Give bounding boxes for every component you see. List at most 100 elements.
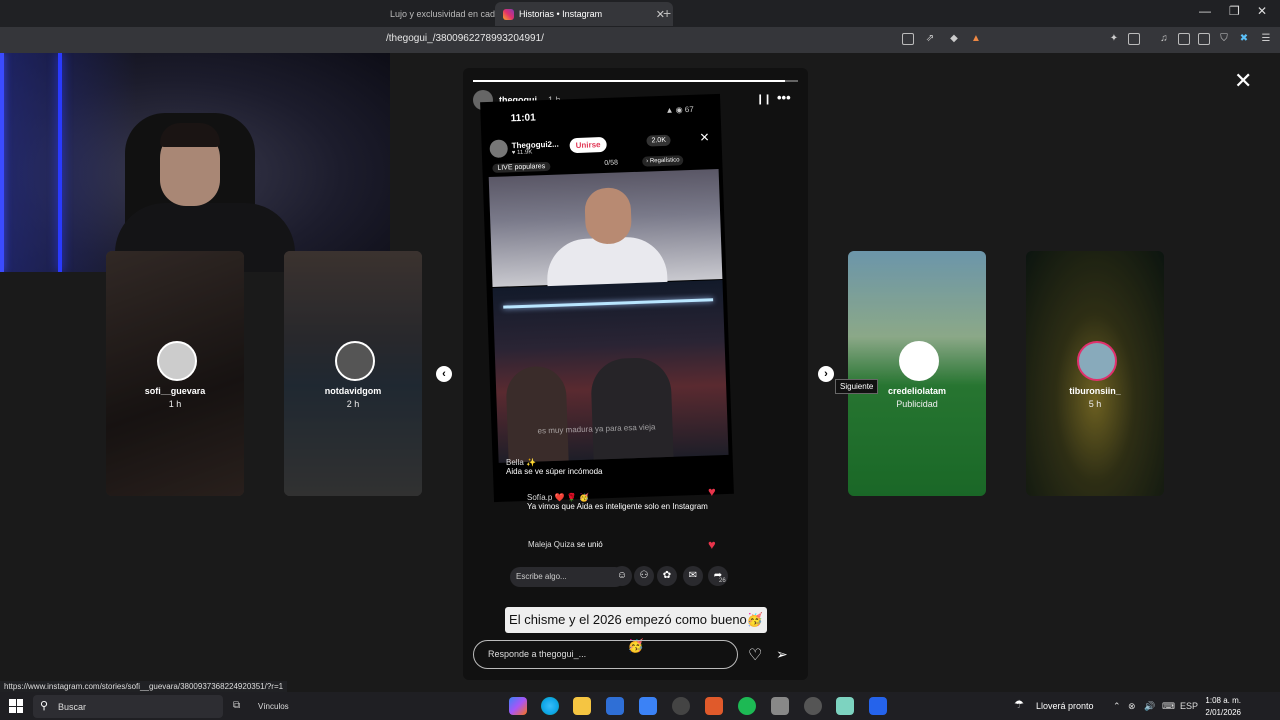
instagram-icon bbox=[503, 8, 514, 20]
next-tooltip: Siguiente bbox=[835, 379, 879, 394]
next-story-button[interactable]: › bbox=[818, 366, 834, 382]
share-count: 26 bbox=[719, 578, 726, 584]
story-caption: El chisme y el 2026 empezó como bueno🥳🥳 bbox=[505, 607, 767, 653]
story-card-notdavidgom[interactable]: notdavidgom 2 h bbox=[284, 251, 422, 496]
heart-icon: ♥ bbox=[708, 537, 716, 552]
live-host-followers: ♥ 11.9K bbox=[511, 149, 533, 156]
live-popular-tag: LIVE populares bbox=[492, 161, 551, 173]
phone-clock: 11:01 bbox=[510, 112, 536, 125]
comment-user: Maleja Quiza bbox=[528, 540, 575, 549]
volume-icon[interactable]: 🔊 bbox=[1144, 701, 1155, 712]
like-icon[interactable]: ♡ bbox=[748, 645, 762, 665]
people-icon: ⚇ bbox=[634, 566, 654, 586]
extensions-icon[interactable]: ✦ bbox=[1108, 33, 1120, 45]
mail-icon[interactable] bbox=[639, 697, 657, 715]
phone-status-icons: ▲ ◉ 67 bbox=[665, 104, 694, 115]
comment-3: Maleja Quiza se unió bbox=[528, 540, 758, 549]
restore-button[interactable]: ❐ bbox=[1229, 4, 1240, 18]
live-join-button: Unirse bbox=[569, 136, 607, 154]
more-options-icon[interactable]: ••• bbox=[777, 90, 791, 105]
live-close-icon: ✕ bbox=[699, 130, 710, 145]
settings-icon[interactable] bbox=[804, 697, 822, 715]
cast-icon[interactable] bbox=[902, 33, 914, 45]
new-tab-button[interactable]: + bbox=[663, 5, 671, 21]
weather-icon[interactable]: ☂ bbox=[1014, 698, 1024, 711]
comment-user: Sofía.p ❤️ 🌹 🥳 bbox=[527, 493, 589, 502]
story-card-sofi[interactable]: sofi__guevara 1 h bbox=[106, 251, 244, 496]
comment-text: se unió bbox=[576, 540, 603, 549]
menu-icon[interactable]: ☰ bbox=[1260, 33, 1272, 45]
brave-rewards-icon[interactable]: ▲ bbox=[970, 33, 982, 45]
app-icon[interactable] bbox=[869, 697, 887, 715]
story-time: Publicidad bbox=[896, 399, 938, 409]
browser-tab-bar: Lujo y exclusividad en cad Historias • I… bbox=[0, 0, 1280, 27]
streamer-video bbox=[488, 169, 723, 291]
comment-user: Bella ✨ bbox=[506, 458, 536, 467]
minimize-button[interactable]: — bbox=[1199, 4, 1211, 18]
reply-input[interactable]: Responde a thegogui_... bbox=[473, 640, 738, 669]
send-icon[interactable]: ➢ bbox=[776, 646, 788, 663]
vpn-icon[interactable]: ⛉ bbox=[1218, 33, 1230, 45]
guest-video: es muy madura ya para esa vieja bbox=[492, 279, 729, 463]
live-screenshot: 11:01 ▲ ◉ 67 Thegogui2... ♥ 11.9K Unirse… bbox=[480, 93, 734, 503]
story-card-credeliolatam[interactable]: credeliolatam Publicidad bbox=[848, 251, 986, 496]
tab-label: Historias • Instagram bbox=[519, 9, 603, 19]
wallet-icon[interactable] bbox=[1198, 33, 1210, 45]
system-clock[interactable]: 1:08 a. m. 2/01/2026 bbox=[1201, 695, 1241, 719]
app-icon[interactable] bbox=[672, 697, 690, 715]
live-count: 0/58 bbox=[604, 159, 619, 168]
links-toolbar[interactable]: Vínculos bbox=[258, 702, 289, 711]
share-icon[interactable]: ⇗ bbox=[924, 33, 936, 45]
story-username: tiburonsiin_ bbox=[1069, 386, 1121, 396]
story-card-tiburonsiin[interactable]: tiburonsiin_ 5 h bbox=[1026, 251, 1164, 496]
story-viewer: ✕ sofi__guevara 1 h notdavidgom 2 h cred… bbox=[0, 53, 1280, 680]
avatar bbox=[1077, 341, 1117, 381]
story-username: notdavidgom bbox=[324, 386, 382, 396]
weather-label[interactable]: Lloverá pronto bbox=[1036, 701, 1094, 711]
avatar bbox=[335, 341, 375, 381]
task-view-icon[interactable]: ⧉ bbox=[233, 700, 240, 711]
pause-icon[interactable]: ❙❙ bbox=[756, 94, 772, 105]
story-progress-bar bbox=[473, 80, 798, 82]
search-label: Buscar bbox=[58, 702, 87, 712]
spotify-icon[interactable] bbox=[738, 697, 756, 715]
url-field[interactable]: /thegogui_/3800962278993204991/ bbox=[386, 33, 544, 44]
story-time: 1 h bbox=[168, 399, 182, 409]
network-icon[interactable]: ⌨ bbox=[1162, 701, 1175, 712]
sidebar-icon[interactable] bbox=[1178, 33, 1190, 45]
gift-icon: ✉ bbox=[683, 566, 703, 586]
file-explorer-icon[interactable] bbox=[573, 697, 591, 715]
address-bar bbox=[0, 27, 1280, 53]
story-time: 5 h bbox=[1088, 399, 1102, 409]
tray-app-icon[interactable]: ⊗ bbox=[1128, 701, 1136, 712]
close-viewer-button[interactable]: ✕ bbox=[1234, 68, 1252, 94]
extension-icon[interactable]: ✖ bbox=[1238, 33, 1250, 45]
comment-2: Sofía.p ❤️ 🌹 🥳 Ya vimos que Aida es inte… bbox=[527, 493, 717, 511]
emoji-icon: ☺ bbox=[612, 566, 632, 586]
close-window-button[interactable]: ✕ bbox=[1257, 4, 1267, 18]
app-icon[interactable] bbox=[771, 697, 789, 715]
screenshot-icon[interactable] bbox=[1128, 33, 1140, 45]
app-icon[interactable] bbox=[836, 697, 854, 715]
search-icon: ⚲ bbox=[40, 700, 49, 712]
clock-date: 2/01/2026 bbox=[1205, 708, 1241, 717]
tray-chevron-icon[interactable]: ⌃ bbox=[1113, 701, 1121, 712]
active-story[interactable]: thegogui_ 1 h ❙❙ ••• 11:01 ▲ ◉ 67 Thegog… bbox=[463, 68, 808, 680]
brave-icon[interactable] bbox=[705, 697, 723, 715]
avatar bbox=[157, 341, 197, 381]
windows-start-icon[interactable] bbox=[9, 699, 23, 713]
comment-1: Bella ✨ Aida se ve súper incómoda bbox=[506, 458, 736, 476]
tab-label: Lujo y exclusividad en cad bbox=[390, 9, 496, 19]
clock-time: 1:08 a. m. bbox=[1205, 696, 1241, 705]
story-username: sofi__guevara bbox=[144, 386, 206, 396]
store-icon[interactable] bbox=[606, 697, 624, 715]
music-icon[interactable]: ♫ bbox=[1158, 33, 1170, 45]
tab-instagram-stories[interactable]: Historias • Instagram ✕ bbox=[495, 2, 673, 26]
previous-story-button[interactable]: ‹ bbox=[436, 366, 452, 382]
tab-lujo[interactable]: Lujo y exclusividad en cad bbox=[382, 2, 503, 26]
language-indicator[interactable]: ESP bbox=[1180, 701, 1198, 711]
live-compose-field: Escribe algo... bbox=[510, 567, 625, 587]
brave-shield-icon[interactable]: ◆ bbox=[948, 33, 960, 45]
copilot-icon[interactable] bbox=[509, 697, 527, 715]
edge-icon[interactable] bbox=[541, 697, 559, 715]
